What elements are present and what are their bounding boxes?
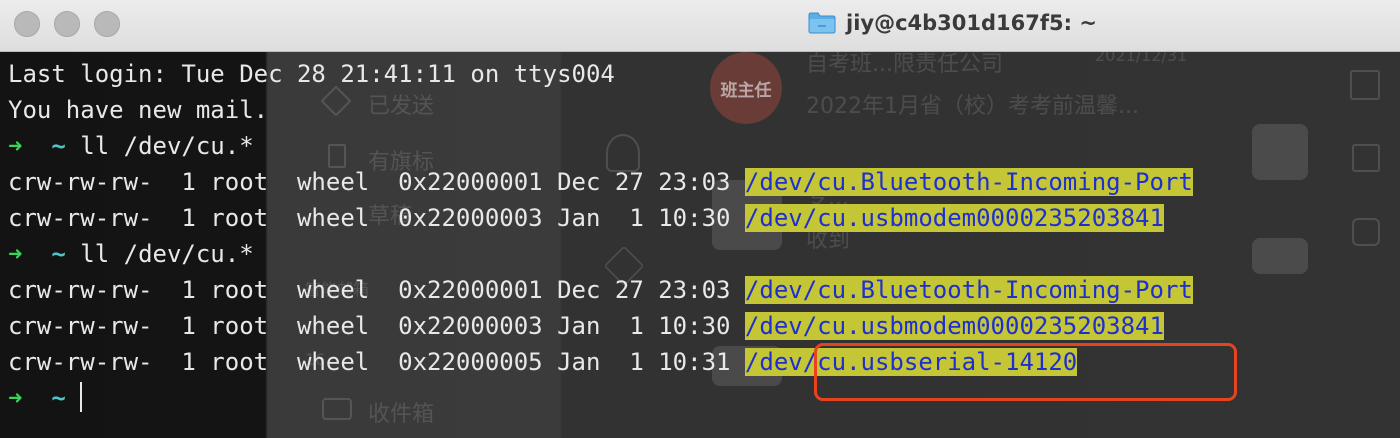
contact-photo [1252,238,1308,274]
prompt-arrow-icon: ➜ [8,384,23,412]
contact-photo [1252,124,1308,180]
download-icon [1352,218,1380,246]
annotation-highlight-box [814,343,1237,401]
hammer-icon [1350,70,1380,100]
title-bar: jiy@c4b301d167f5: ~ [0,0,1400,52]
listing-meta: crw-rw-rw- 1 root wheel 0x22000005 Jan 1… [8,348,745,376]
prompt-line: ➜ ~ ll /dev/cu.* [8,128,1193,164]
text-cursor [80,382,83,412]
prompt-cwd: ~ [51,132,66,160]
prompt-arrow-icon: ➜ [8,240,23,268]
folder-icon [808,12,836,34]
terminal-view[interactable]: 已发送 有旗标 草稿 智能邮箱 16 收件箱 班主任 自考班...限责任公司 2… [0,52,1400,438]
listing-meta: crw-rw-rw- 1 root wheel 0x22000001 Dec 2… [8,276,745,304]
mail-line: You have new mail. [8,96,269,124]
zoom-window-button[interactable] [94,11,120,37]
window-title: jiy@c4b301d167f5: ~ [808,7,1097,39]
device-path: /dev/cu.Bluetooth-Incoming-Port [744,168,1193,196]
prompt-cwd: ~ [51,240,66,268]
device-path: /dev/cu.usbmodem0000235203841 [744,312,1164,340]
device-path: /dev/cu.Bluetooth-Incoming-Port [744,276,1193,304]
listing-row: crw-rw-rw- 1 root wheel 0x22000001 Dec 2… [8,272,1193,308]
window-title-text: jiy@c4b301d167f5: ~ [846,11,1097,35]
listing-meta: crw-rw-rw- 1 root wheel 0x22000003 Jan 1… [8,312,745,340]
device-path: /dev/cu.usbmodem0000235203841 [744,204,1164,232]
prompt-cwd: ~ [51,384,66,412]
listing-row: crw-rw-rw- 1 root wheel 0x22000001 Dec 2… [8,164,1193,200]
listing-meta: crw-rw-rw- 1 root wheel 0x22000001 Dec 2… [8,168,745,196]
close-window-button[interactable] [14,11,40,37]
minimize-window-button[interactable] [54,11,80,37]
command-text: ll /dev/cu.* [80,240,254,268]
prompt-line: ➜ ~ ll /dev/cu.* [8,236,1193,272]
prompt-arrow-icon: ➜ [8,132,23,160]
login-line: Last login: Tue Dec 28 21:41:11 on ttys0… [8,60,615,88]
listing-row: crw-rw-rw- 1 root wheel 0x22000003 Jan 1… [8,308,1193,344]
grid-icon [1352,144,1380,172]
listing-row: crw-rw-rw- 1 root wheel 0x22000003 Jan 1… [8,200,1193,236]
command-text: ll /dev/cu.* [80,132,254,160]
listing-meta: crw-rw-rw- 1 root wheel 0x22000003 Jan 1… [8,204,745,232]
